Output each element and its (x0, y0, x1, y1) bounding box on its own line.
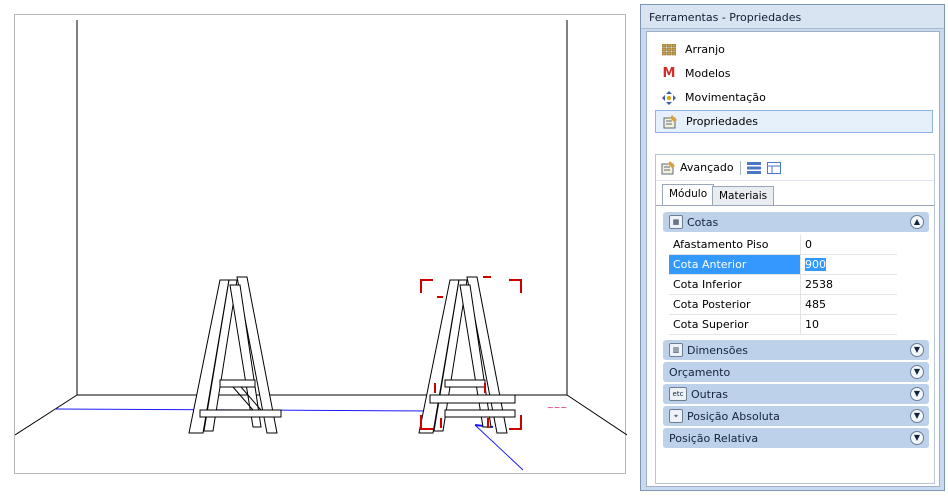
prop-row-selected[interactable]: Cota Anterior 900 (669, 255, 897, 275)
scene: ~~~ (15, 20, 627, 471)
advanced-toolbar: Avançado (656, 155, 934, 181)
prop-row[interactable]: Cota Posterior 485 (669, 295, 897, 315)
chevron-down-icon[interactable]: ▼ (910, 365, 924, 379)
group-title: Orçamento (669, 365, 731, 379)
group-dimensoes[interactable]: ▥ Dimensões ▼ (663, 340, 929, 360)
group-outras[interactable]: etc Outras ▼ (663, 384, 929, 404)
properties-icon (662, 114, 678, 130)
cotas-icon: ▦ (669, 215, 683, 229)
chevron-down-icon[interactable]: ▼ (910, 343, 924, 357)
chevron-down-icon[interactable]: ▼ (910, 387, 924, 401)
advanced-icon[interactable] (660, 160, 676, 176)
group-posicao-relativa[interactable]: Posição Relativa ▼ (663, 428, 929, 448)
prop-key: Cota Inferior (673, 278, 742, 291)
group-title: Posição Relativa (669, 431, 759, 445)
grid-icon (661, 42, 677, 58)
prop-row[interactable]: Afastamento Piso 0 (669, 235, 897, 255)
advanced-label[interactable]: Avançado (680, 161, 734, 174)
absolute-position-icon: ⌖ (669, 409, 683, 423)
group-title: Posição Absoluta (687, 409, 780, 423)
nav-label: Movimentação (685, 91, 766, 104)
sawhorse-right-selected (418, 276, 516, 434)
categorized-view-icon[interactable] (746, 161, 761, 174)
group-posicao-absoluta[interactable]: ⌖ Posição Absoluta ▼ (663, 406, 929, 426)
3d-viewport[interactable]: ~~~ (14, 14, 627, 474)
prop-value-input[interactable]: 900 (800, 255, 897, 274)
nav-item-arranjo[interactable]: Arranjo (655, 38, 933, 61)
room-wireframe (15, 20, 627, 436)
tab-materiais[interactable]: Materiais (712, 186, 775, 206)
nav-item-movimentacao[interactable]: Movimentação (655, 86, 933, 109)
nav-item-propriedades[interactable]: Propriedades (655, 110, 933, 133)
prop-row[interactable]: Cota Superior 10 (669, 315, 897, 335)
prop-value[interactable]: 485 (800, 295, 897, 314)
models-icon: M (662, 66, 676, 81)
group-cotas[interactable]: ▦ Cotas ▲ (663, 212, 929, 232)
table-view-icon[interactable] (766, 161, 781, 174)
prop-key: Cota Posterior (673, 298, 751, 311)
prop-row[interactable]: Cota Inferior 2538 (669, 275, 897, 295)
dimensions-icon: ▥ (669, 343, 683, 357)
group-title: Outras (691, 387, 728, 401)
tab-body: ▦ Cotas ▲ Afastamento Piso 0 Cota Anteri… (656, 205, 934, 485)
prop-key: Afastamento Piso (673, 238, 769, 251)
prop-key: Cota Superior (673, 318, 749, 331)
prop-value[interactable]: 0 (800, 235, 897, 254)
sawhorse-left (188, 276, 282, 434)
nav-item-modelos[interactable]: M Modelos (655, 62, 933, 85)
properties-window: Ferramentas - Propriedades Arranjo M Mod… (640, 4, 945, 491)
nav-label: Propriedades (686, 115, 758, 128)
chevron-up-icon[interactable]: ▲ (910, 215, 924, 229)
origin-label-mark: ~~~ (547, 403, 567, 412)
prop-value-text[interactable]: 900 (805, 258, 826, 271)
properties-box: Avançado Módulo Materiais ▦ Cotas ▲ Afas… (655, 154, 935, 484)
prop-value[interactable]: 2538 (800, 275, 897, 294)
group-title: Dimensões (687, 343, 748, 357)
etc-icon: etc (669, 387, 687, 401)
nav-label: Modelos (685, 67, 731, 80)
toolbar-separator (739, 160, 741, 175)
group-title: Cotas (687, 215, 719, 229)
nav-label: Arranjo (685, 43, 725, 56)
prop-value[interactable]: 10 (800, 315, 897, 334)
chevron-down-icon[interactable]: ▼ (910, 409, 924, 423)
move-icon (661, 90, 677, 106)
window-title: Ferramentas - Propriedades (641, 5, 944, 29)
group-orcamento[interactable]: Orçamento ▼ (663, 362, 929, 382)
chevron-down-icon[interactable]: ▼ (910, 431, 924, 445)
prop-key: Cota Anterior (669, 255, 800, 274)
tab-modulo[interactable]: Módulo (662, 184, 715, 206)
panel-content: Arranjo M Modelos Movimentação Proprieda… (646, 31, 940, 487)
